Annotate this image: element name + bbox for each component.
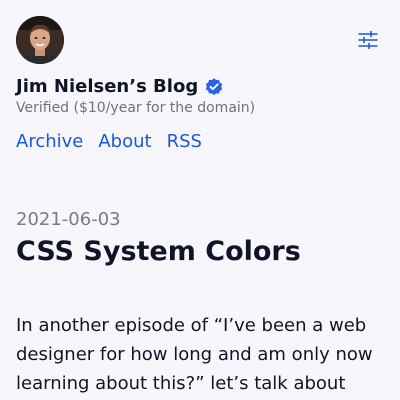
sliders-icon: [358, 31, 378, 49]
nav-link-about[interactable]: About: [98, 130, 151, 154]
verified-check-icon: [206, 78, 223, 96]
nav-link-rss[interactable]: RSS: [167, 130, 202, 154]
site-subtitle: Verified ($10/year for the domain): [16, 100, 256, 116]
post-body: In another episode of “I’ve been a web d…: [16, 315, 373, 394]
avatar-image: [16, 16, 64, 64]
avatar[interactable]: [16, 16, 64, 64]
site-title-text[interactable]: Jim Nielsen’s Blog: [16, 74, 198, 100]
nav-link-archive[interactable]: Archive: [16, 130, 83, 154]
post-title: CSS System Colors: [16, 236, 301, 267]
post-date: 2021-06-03: [16, 209, 121, 230]
main-nav: Archive About RSS: [16, 130, 202, 154]
page: Jim Nielsen’s Blog Verified ($10/year fo…: [0, 0, 400, 400]
site-title[interactable]: Jim Nielsen’s Blog: [16, 74, 224, 100]
settings-button[interactable]: [355, 28, 381, 52]
